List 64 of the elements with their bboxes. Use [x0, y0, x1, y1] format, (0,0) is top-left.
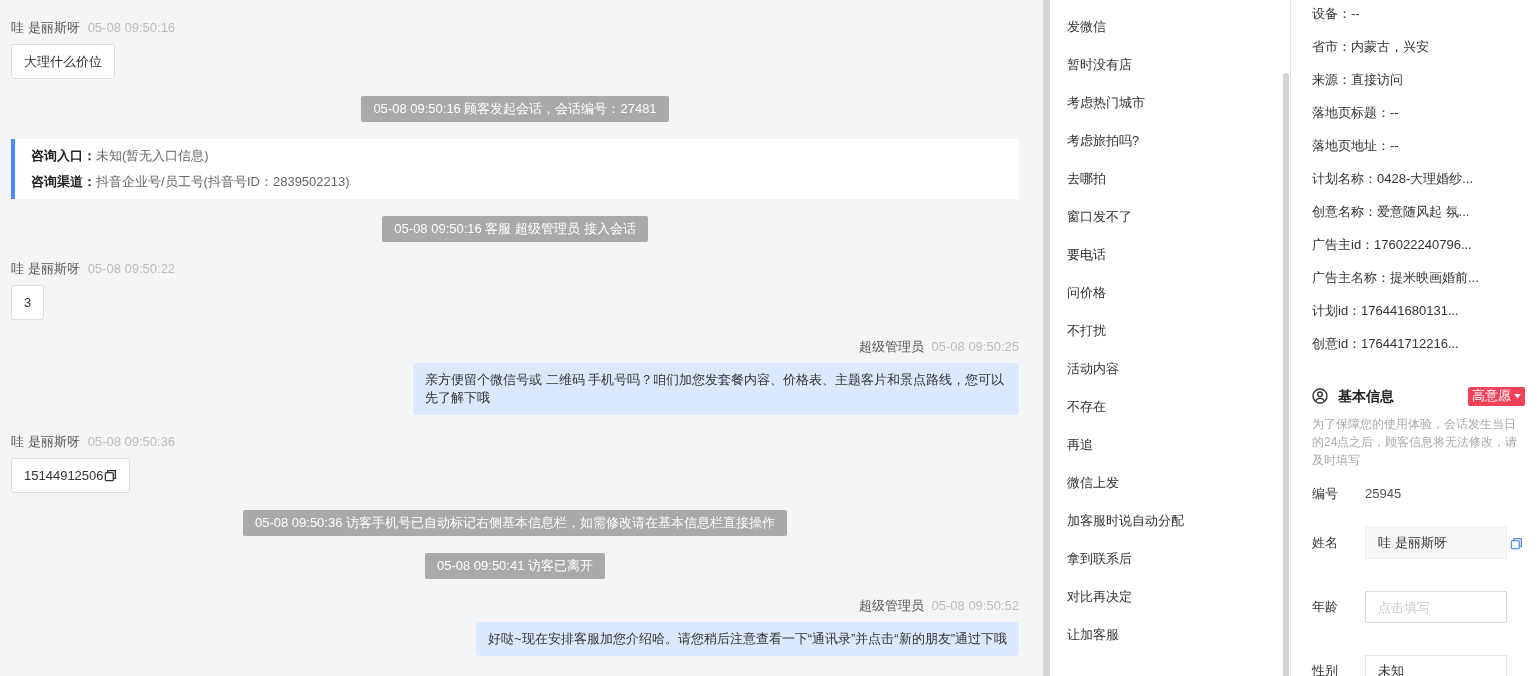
scrollbar-thumb[interactable] — [1283, 73, 1289, 676]
copy-icon[interactable] — [103, 469, 117, 482]
quick-reply-item[interactable]: 拿到联系后 — [1067, 549, 1132, 569]
detail-line: 计划id：176441680131... — [1312, 302, 1460, 320]
quick-reply-item[interactable]: 问价格 — [1067, 283, 1106, 303]
detail-line: 计划名称：0428-大理婚纱... — [1312, 170, 1475, 188]
section-title: 基本信息 — [1338, 386, 1394, 406]
message-bubble: 好哒~现在安排客服加您介绍哈。请您稍后注意查看一下“通讯录”并点击“新的朋友”通过下哦 — [476, 622, 1019, 656]
message-text: 大理什么价位 — [24, 53, 102, 70]
quick-reply-item[interactable]: 考虑旅拍吗? — [1067, 131, 1140, 151]
info-value: 未知(暂无入口信息) — [96, 147, 209, 165]
system-notice: 05-08 09:50:36 访客手机号已自动标记右侧基本信息栏，如需修改请在基本信息栏直接操作 — [242, 510, 788, 536]
field-label: 编号 — [1312, 485, 1339, 504]
detail-line: 来源：直接访问 — [1312, 71, 1404, 89]
quick-reply-item[interactable]: 发微信 — [1067, 17, 1106, 37]
quick-reply-item[interactable]: 让加客服 — [1067, 625, 1119, 645]
caret-icon — [1514, 393, 1521, 399]
info-value: 抖音企业号/员工号(抖音号ID：2839502213) — [96, 173, 350, 191]
message-time: 05-08 09:50:36 — [87, 433, 176, 452]
gender-select[interactable]: 未知 — [1365, 655, 1507, 676]
quick-reply-item[interactable]: 微信上发 — [1067, 473, 1119, 493]
detail-line: 省市：内蒙古，兴安 — [1312, 38, 1430, 56]
detail-line: 落地页标题：-- — [1312, 104, 1400, 122]
field-value: 25945 — [1365, 485, 1402, 504]
message-time: 05-08 09:50:52 — [931, 597, 1019, 616]
field-label: 姓名 — [1312, 534, 1339, 553]
detail-line: 落地页地址：-- — [1312, 137, 1400, 155]
detail-line: 广告主名称：提米映画婚前... — [1312, 269, 1480, 287]
system-notice: 05-08 09:50:16 客服 超级管理员 接入会话 — [382, 216, 648, 242]
quick-reply-item[interactable]: 对比再决定 — [1067, 587, 1132, 607]
sender-name: 哇 是丽斯呀 — [11, 433, 80, 452]
field-label: 年龄 — [1312, 598, 1339, 617]
info-label: 咨询渠道： — [31, 173, 96, 191]
quick-reply-item[interactable]: 去哪拍 — [1067, 169, 1106, 189]
info-label: 咨询入口： — [31, 147, 96, 165]
sender-name: 超级管理员 — [858, 338, 924, 357]
message-time: 05-08 09:50:22 — [87, 260, 176, 279]
quick-reply-item[interactable]: 加客服时说自动分配 — [1067, 511, 1184, 531]
system-notice: 05-08 09:50:41 访客已离开 — [424, 553, 606, 579]
sender-name: 哇 是丽斯呀 — [11, 19, 80, 38]
detail-line: 设备：-- — [1312, 5, 1361, 23]
name-field[interactable]: 哇 是丽斯呀 — [1365, 527, 1507, 559]
quick-reply-item[interactable]: 不打扰 — [1067, 321, 1106, 341]
system-notice: 05-08 09:50:16 顾客发起会话，会话编号：27481 — [361, 96, 669, 122]
message-time: 05-08 09:50:16 — [87, 19, 176, 38]
message-text: 3 — [24, 294, 32, 311]
sender-name: 哇 是丽斯呀 — [11, 260, 80, 279]
message-bubble: 亲方便留个微信号或 二维码 手机号吗？咱们加您发套餐内容、价格表、主题客片和景点路线，您可以先了解下哦 — [413, 363, 1019, 415]
quick-reply-item[interactable]: 暂时没有店 — [1067, 55, 1132, 75]
quick-reply-item[interactable]: 考虑热门城市 — [1067, 93, 1145, 113]
quick-reply-item[interactable]: 不存在 — [1067, 397, 1106, 417]
quick-reply-item[interactable]: 窗口发不了 — [1067, 207, 1132, 227]
detail-line: 创意名称：爱意随风起 氛... — [1312, 203, 1471, 221]
quick-reply-item[interactable]: 要电话 — [1067, 245, 1106, 265]
message-time: 05-08 09:50:25 — [931, 338, 1019, 357]
message-text: 15144912506 — [24, 467, 104, 484]
quick-reply-item[interactable]: 活动内容 — [1067, 359, 1119, 379]
sender-name: 超级管理员 — [858, 597, 924, 616]
intent-tag-dropdown[interactable]: 高意愿 — [1468, 386, 1525, 406]
detail-line: 广告主id：176022240796... — [1312, 236, 1473, 254]
detail-line: 创意id：176441712216... — [1312, 335, 1460, 353]
user-circle-icon — [1312, 388, 1328, 404]
notice-text: 为了保障您的使用体验，会话发生当日的24点之后，顾客信息将无法修改，请及时填写 — [1312, 416, 1519, 469]
quick-reply-item[interactable]: 再追 — [1067, 435, 1093, 455]
